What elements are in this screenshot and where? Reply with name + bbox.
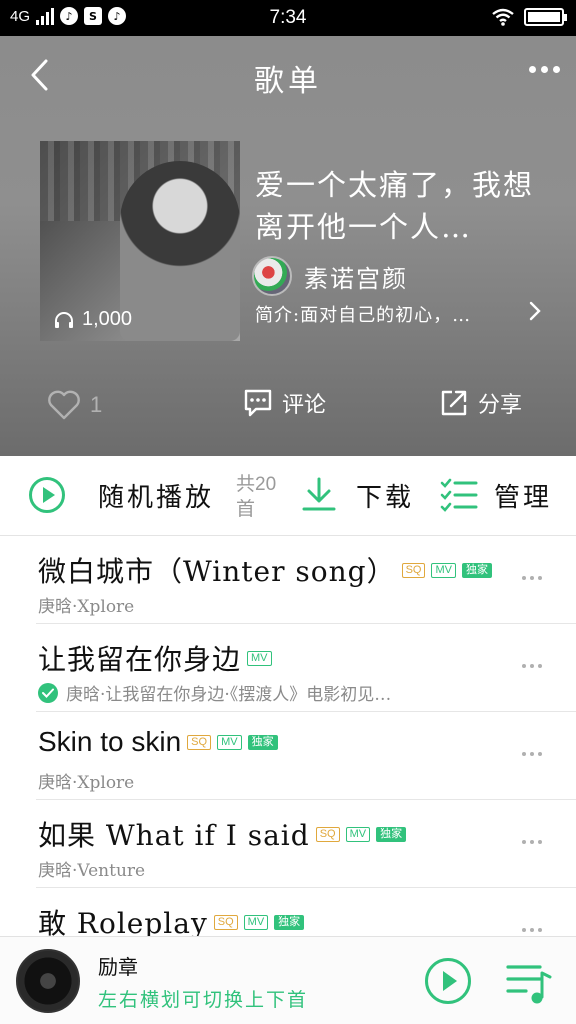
chevron-right-icon[interactable] [528,300,542,322]
mv-badge[interactable]: MV [217,734,242,750]
manage-label: 管理 [494,482,553,513]
now-playing-art[interactable] [16,949,80,1013]
playlist-intro[interactable]: 简介:面对自己的初心，… [255,301,545,327]
song-artist-album: 庚晗·Xplore [38,773,135,793]
shuffle-play-label: 随机播放 [98,482,215,513]
clock: 7:34 [269,7,307,28]
downloaded-check-icon [38,682,58,703]
song-artist-album: 庚晗·Venture [38,861,146,881]
wifi-icon [492,8,514,26]
page-title: 歌单 [254,64,322,99]
download-button[interactable]: 下载 [300,476,414,514]
song-title: Skin to skin [38,726,182,757]
status-bar: 4G ♪ S ♪ 7:34 [0,0,576,36]
song-subtitle: 庚晗·Venture [38,856,145,881]
playlist-title: 爱一个太痛了，我想离开他一个人… [255,168,535,244]
shuffle-play-button[interactable]: 随机播放 [28,476,214,514]
like-count: 1 [90,392,103,417]
more-options-icon[interactable] [529,66,560,73]
mv-badge[interactable]: MV [431,562,456,578]
swipe-hint: 左右横划可切换上下首 [98,989,309,1011]
sq-badge: SQ [187,734,212,750]
song-title: 如果 What if I said [38,819,310,852]
exclusive-badge: 独家 [376,826,407,842]
play-count: 1,000 [54,308,132,331]
battery-icon [524,8,567,26]
play-button-icon[interactable] [424,957,472,1005]
song-more-icon[interactable] [522,576,542,580]
song-subtitle: 庚晗·Xplore [38,768,134,793]
mv-badge[interactable]: MV [247,650,272,666]
sq-badge: SQ [401,562,426,578]
creator-name[interactable]: 素诺宫颜 [304,259,408,294]
manage-button[interactable]: 管理 [440,476,552,514]
exclusive-badge: 独家 [274,914,305,930]
song-title-row: 微白城市（Winter song） SQ MV 独家 [38,550,492,590]
song-more-icon[interactable] [522,840,542,844]
song-more-icon[interactable] [522,664,542,668]
song-subtitle: 庚晗·Xplore [38,592,134,617]
share-icon [441,390,467,416]
status-right [492,8,567,26]
playlist-cover[interactable]: 1,000 [40,141,240,341]
headphones-icon [55,311,73,328]
song-artist-album: 庚晗·Xplore [38,597,135,617]
song-item[interactable]: Skin to skin SQ MV 独家 庚晗·Xplore [36,712,576,800]
comment-label: 评论 [282,393,327,418]
creator-avatar[interactable] [252,256,292,296]
heart-icon [48,390,80,420]
song-title-row: 如果 What if I said SQ MV 独家 [38,814,407,854]
song-item[interactable]: 让我留在你身边 MV 庚晗·让我留在你身边·《摆渡人》电影初见… [36,624,576,712]
download-label: 下载 [356,482,415,513]
song-more-icon[interactable] [522,752,542,756]
exclusive-badge: 独家 [461,562,492,578]
now-playing-title: 励章 [98,955,138,979]
song-list: 微白城市（Winter song） SQ MV 独家 庚晗·Xplore 让我留… [0,536,576,976]
song-count: 共20首 [236,474,277,520]
checklist-icon [440,478,478,512]
playlist-queue-icon[interactable] [506,963,552,1005]
mini-player[interactable]: 励章 左右横划可切换上下首 [0,936,576,1024]
song-title: 微白城市（Winter song） [38,555,396,588]
like-button[interactable]: 1 [46,389,102,421]
song-subtitle: 庚晗·让我留在你身边·《摆渡人》电影初见… [38,680,391,705]
play-count-value: 1,000 [82,308,133,330]
download-icon [302,477,336,511]
playlist-header: 歌单 1,000 爱一个太痛了，我想离开他一个人… 素诺宫颜 简介:面对自己的初… [0,36,576,456]
song-item[interactable]: 微白城市（Winter song） SQ MV 独家 庚晗·Xplore [36,536,576,624]
playlist-controls: 随机播放 共20首 下载 管理 [0,456,576,536]
mv-badge[interactable]: MV [345,826,371,842]
song-title-row: Skin to skin SQ MV 独家 [38,726,278,758]
playlist-actions: 1 评论 分享 [0,381,576,431]
share-label: 分享 [478,393,523,418]
mv-badge[interactable]: MV [243,914,269,930]
song-more-icon[interactable] [522,928,542,932]
song-artist-album: 庚晗·让我留在你身边·《摆渡人》电影初见… [66,685,392,705]
play-circle-icon [29,477,65,513]
creator-info[interactable]: 素诺宫颜 [252,256,408,296]
comment-icon [244,389,272,417]
comment-button[interactable]: 评论 [242,387,326,419]
sq-badge: SQ [213,914,238,930]
song-title: 让我留在你身边 [38,643,242,676]
share-button[interactable]: 分享 [438,387,522,419]
sq-badge: SQ [315,826,340,842]
song-item[interactable]: 如果 What if I said SQ MV 独家 庚晗·Venture [36,800,576,888]
exclusive-badge: 独家 [247,734,278,750]
song-title-row: 让我留在你身边 MV [38,638,272,678]
